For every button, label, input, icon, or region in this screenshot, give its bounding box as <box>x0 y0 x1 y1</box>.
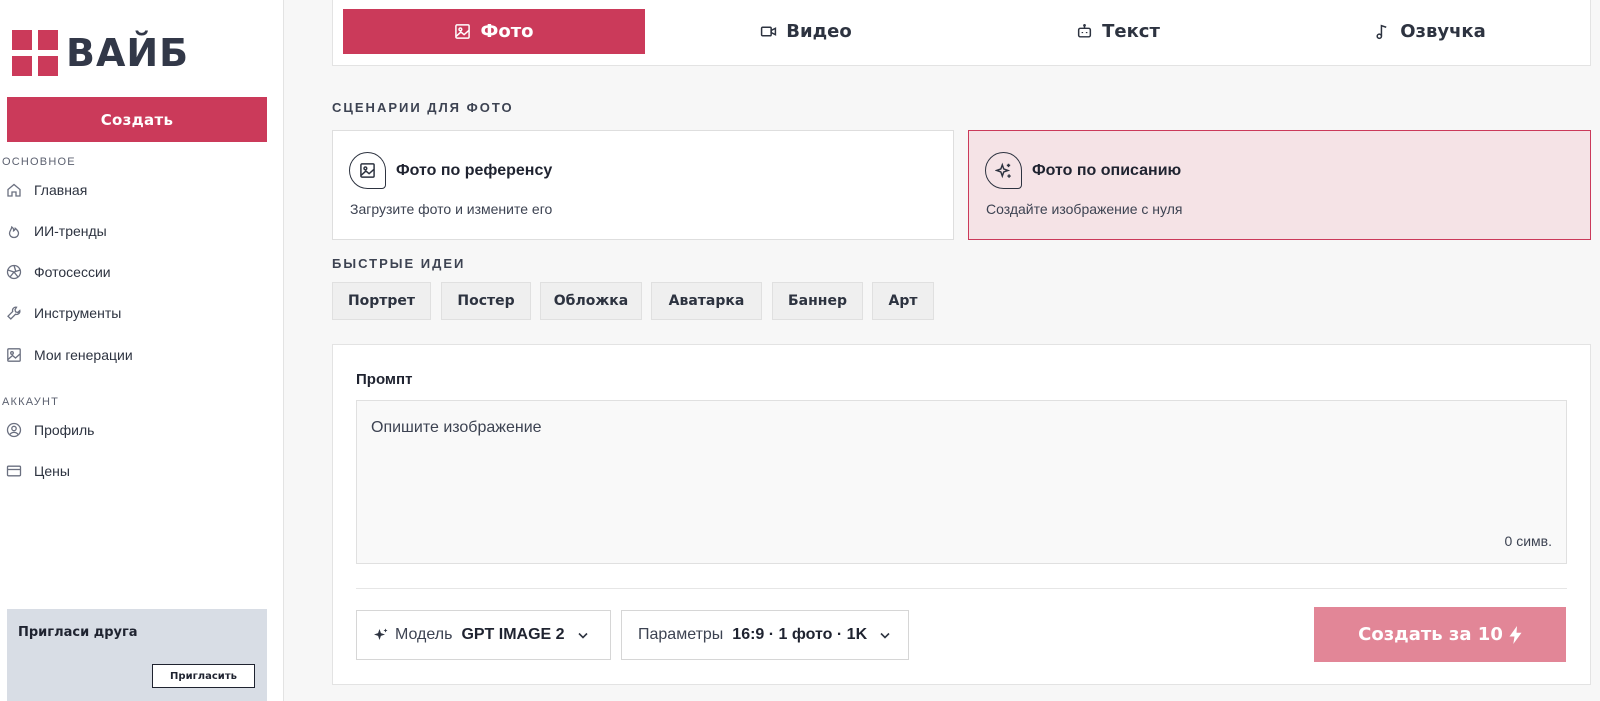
parameters-dropdown[interactable]: Параметры 16:9 · 1 фото · 1K <box>621 610 909 660</box>
invite-title: Пригласи друга <box>18 625 138 640</box>
sidebar-item-home[interactable]: Главная <box>6 178 87 202</box>
brand-logo[interactable]: ВАЙБ <box>12 30 189 76</box>
scenario-subtitle: Создайте изображение с нуля <box>986 201 1183 217</box>
scenarios-heading: СЦЕНАРИИ ДЛЯ ФОТО <box>332 100 514 115</box>
wrench-icon <box>6 305 22 321</box>
music-note-icon <box>1374 23 1391 40</box>
bot-icon <box>1076 23 1093 40</box>
chevron-down-icon <box>879 629 891 641</box>
submit-label: Создать за 10 <box>1358 624 1503 645</box>
scenario-title: Фото по описанию <box>1032 162 1182 179</box>
aperture-icon <box>6 264 22 280</box>
prompt-textarea[interactable] <box>357 401 1566 563</box>
quick-ideas-heading: БЫСТРЫЕ ИДЕИ <box>332 256 466 271</box>
char-count: 0 симв. <box>1504 533 1552 549</box>
section-label-main: ОСНОВНОЕ <box>2 156 76 168</box>
sidebar-item-tools[interactable]: Инструменты <box>6 301 121 325</box>
parameters-value: 16:9 · 1 фото · 1K <box>732 626 868 643</box>
sidebar-item-my-generations[interactable]: Мои генерации <box>6 343 133 367</box>
sidebar-item-label: Профиль <box>34 422 95 438</box>
parameters-label: Параметры <box>638 626 724 643</box>
idea-chip-portrait[interactable]: Портрет <box>332 282 431 320</box>
sidebar-item-ai-trends[interactable]: ИИ-тренды <box>6 219 107 243</box>
idea-chip-poster[interactable]: Постер <box>441 282 531 320</box>
tab-photo[interactable]: Фото <box>343 9 645 54</box>
chevron-down-icon <box>577 629 589 641</box>
lightning-icon <box>1509 625 1522 644</box>
scenario-card-reference[interactable]: Фото по референсу Загрузите фото и измен… <box>332 130 954 240</box>
image-icon <box>454 23 471 40</box>
sidebar-item-label: Инструменты <box>34 305 122 321</box>
sidebar-item-label: Фотосессии <box>34 264 111 280</box>
idea-chip-avatar[interactable]: Аватарка <box>651 282 762 320</box>
tab-voiceover[interactable]: Озвучка <box>1279 9 1581 54</box>
media-type-tabs: Фото Видео Текст Озвучка <box>332 0 1591 66</box>
sidebar: ВАЙБ Создать ОСНОВНОЕ Главная ИИ-тренды … <box>0 0 284 701</box>
tab-label: Видео <box>786 21 852 42</box>
sparkles-icon <box>985 152 1022 189</box>
video-icon <box>760 23 777 40</box>
sidebar-item-label: Мои генерации <box>34 347 133 363</box>
sidebar-item-label: ИИ-тренды <box>34 223 107 239</box>
scenario-card-description[interactable]: Фото по описанию Создайте изображение с … <box>968 130 1591 240</box>
sparkle-icon <box>373 627 389 643</box>
credit-card-icon <box>6 463 22 479</box>
home-icon <box>6 182 22 198</box>
sidebar-item-photoshoots[interactable]: Фотосессии <box>6 260 111 284</box>
scenario-subtitle: Загрузите фото и измените его <box>350 201 553 217</box>
model-value: GPT IMAGE 2 <box>461 626 565 643</box>
tab-label: Озвучка <box>1400 21 1486 42</box>
tab-video[interactable]: Видео <box>655 9 957 54</box>
prompt-panel: Промпт 0 симв. Модель GPT IMAGE 2 Параме… <box>332 344 1591 685</box>
image-icon <box>349 152 386 189</box>
sidebar-item-label: Главная <box>34 182 88 198</box>
invite-card: Пригласи друга Пригласить <box>7 609 267 701</box>
user-circle-icon <box>6 422 22 438</box>
cross-logo-icon <box>12 30 58 76</box>
invite-button[interactable]: Пригласить <box>152 664 255 688</box>
section-label-account: АККАУНТ <box>2 396 60 408</box>
model-label: Модель <box>395 626 453 643</box>
idea-chip-cover[interactable]: Обложка <box>540 282 642 320</box>
idea-chip-banner[interactable]: Баннер <box>772 282 863 320</box>
divider <box>356 588 1567 589</box>
tab-label: Текст <box>1102 21 1160 42</box>
model-dropdown[interactable]: Модель GPT IMAGE 2 <box>356 610 611 660</box>
image-icon <box>6 347 22 363</box>
create-button[interactable]: Создать <box>7 97 267 142</box>
sidebar-item-profile[interactable]: Профиль <box>6 418 94 442</box>
prompt-label: Промпт <box>356 371 413 388</box>
tab-label: Фото <box>480 21 534 42</box>
submit-create-button[interactable]: Создать за 10 <box>1314 607 1566 662</box>
flame-icon <box>6 223 22 239</box>
scenario-title: Фото по референсу <box>396 162 553 179</box>
idea-chip-art[interactable]: Арт <box>872 282 934 320</box>
sidebar-item-label: Цены <box>34 463 70 479</box>
sidebar-item-prices[interactable]: Цены <box>6 459 70 483</box>
prompt-area: 0 симв. <box>356 400 1567 564</box>
brand-name: ВАЙБ <box>66 31 190 75</box>
tab-text[interactable]: Текст <box>967 9 1269 54</box>
